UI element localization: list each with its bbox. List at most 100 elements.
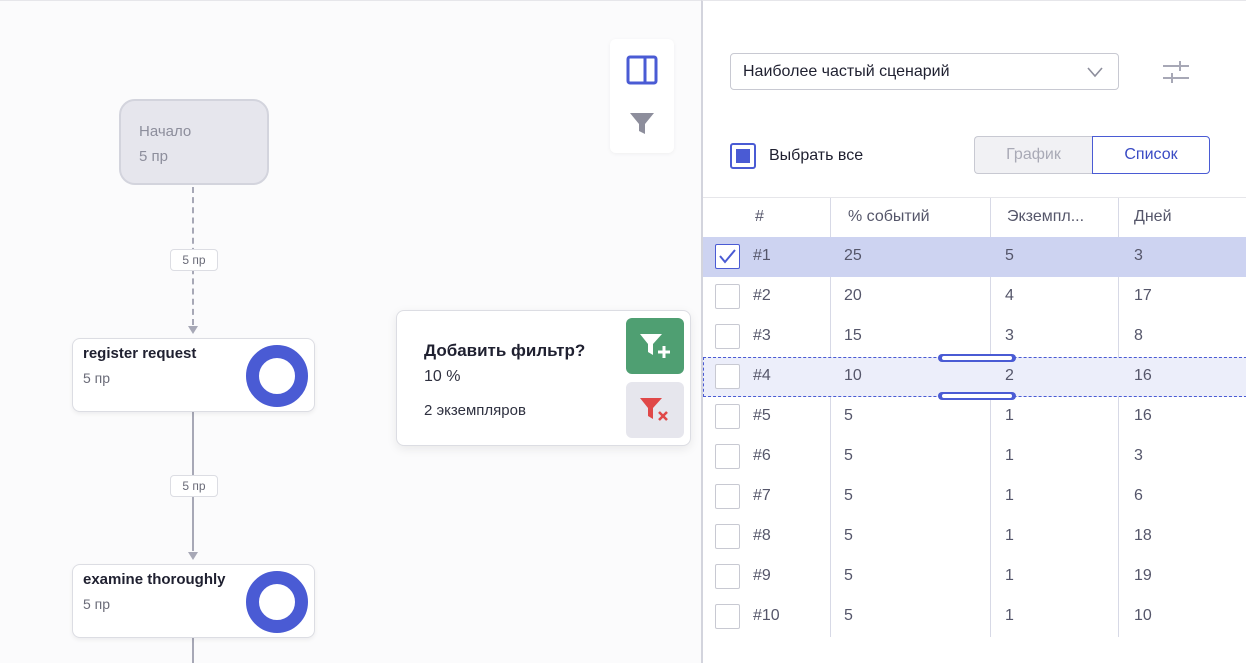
cell-events: 25: [844, 247, 862, 264]
edge-label: 5 пр: [170, 249, 218, 271]
cell-instances: 1: [1005, 447, 1014, 464]
cell-instances: 1: [1005, 527, 1014, 544]
table-row[interactable]: #7 5 1 6: [703, 477, 1246, 517]
canvas-toolbar: [610, 39, 674, 153]
process-map-canvas[interactable]: 5 пр 5 пр Начало 5 пр register request 5…: [0, 0, 702, 663]
table-header: # % событий Экземпл... Дней: [703, 197, 1246, 237]
cell-days: 17: [1134, 287, 1152, 304]
cell-number: #2: [753, 287, 771, 304]
popover-title: Добавить фильтр?: [424, 341, 586, 360]
select-all[interactable]: Выбрать все: [730, 143, 863, 169]
popover-instances: 2 экземпляров: [424, 402, 526, 419]
cell-number: #8: [753, 527, 771, 544]
remove-filter-button[interactable]: [626, 382, 684, 438]
add-filter-button[interactable]: [626, 318, 684, 374]
cell-events: 10: [844, 367, 862, 384]
row-checkbox[interactable]: [715, 444, 740, 469]
add-filter-popover: Добавить фильтр? 10 % 2 экземпляров: [396, 310, 691, 446]
cell-instances: 1: [1005, 607, 1014, 624]
activity-ring-icon: [246, 571, 308, 633]
row-checkbox[interactable]: [715, 564, 740, 589]
cell-number: #9: [753, 567, 771, 584]
cell-days: 3: [1134, 447, 1143, 464]
cell-number: #7: [753, 487, 771, 504]
edge-arrow-head: [188, 326, 198, 334]
view-graph-button[interactable]: График: [974, 136, 1092, 174]
cell-instances: 3: [1005, 327, 1014, 344]
cell-instances: 2: [1005, 367, 1014, 384]
cell-days: 8: [1134, 327, 1143, 344]
column-header-instances[interactable]: Экземпл...: [1007, 208, 1084, 226]
row-checkbox[interactable]: [715, 284, 740, 309]
table-row[interactable]: #5 5 1 16: [703, 397, 1246, 437]
activity-node-register-request[interactable]: register request 5 пр: [72, 338, 315, 412]
table-row[interactable]: #1 25 5 3: [703, 237, 1246, 277]
cell-instances: 1: [1005, 407, 1014, 424]
select-all-checkbox[interactable]: [730, 143, 756, 169]
cell-events: 5: [844, 527, 853, 544]
cell-days: 19: [1134, 567, 1152, 584]
activity-node-examine-thoroughly[interactable]: examine thoroughly 5 пр: [72, 564, 315, 638]
edge-arrow-head: [188, 552, 198, 560]
cell-instances: 4: [1005, 287, 1014, 304]
cell-events: 20: [844, 287, 862, 304]
table-row[interactable]: #2 20 4 17: [703, 277, 1246, 317]
view-toggle: График Список: [974, 136, 1210, 174]
panel-layout-icon: [626, 55, 658, 85]
select-all-label: Выбрать все: [769, 147, 864, 164]
cell-events: 15: [844, 327, 862, 344]
cell-instances: 1: [1005, 487, 1014, 504]
row-checkbox[interactable]: [715, 524, 740, 549]
filter-add-icon: [640, 334, 670, 358]
start-node[interactable]: Начало 5 пр: [119, 99, 269, 185]
toggle-panel-button[interactable]: [626, 54, 658, 86]
cell-days: 16: [1134, 367, 1152, 384]
column-header-number[interactable]: #: [755, 208, 764, 226]
settings-button[interactable]: [1160, 57, 1192, 87]
cell-events: 5: [844, 607, 853, 624]
start-node-count: 5 пр: [139, 148, 168, 165]
column-header-events[interactable]: % событий: [848, 208, 930, 226]
table-row[interactable]: #3 15 3 8: [703, 317, 1246, 357]
cell-number: #3: [753, 327, 771, 344]
cell-days: 10: [1134, 607, 1152, 624]
chevron-down-icon: [1087, 67, 1103, 78]
row-checkbox[interactable]: [715, 324, 740, 349]
row-checkbox[interactable]: [715, 244, 740, 269]
cell-number: #1: [753, 247, 771, 264]
scenario-select-value: Наиболее частый сценарий: [743, 62, 950, 80]
cell-events: 5: [844, 487, 853, 504]
cell-number: #10: [753, 607, 780, 624]
row-checkbox[interactable]: [715, 364, 740, 389]
cell-days: 6: [1134, 487, 1143, 504]
row-checkbox[interactable]: [715, 484, 740, 509]
filter-remove-icon: [640, 398, 668, 421]
cell-events: 5: [844, 407, 853, 424]
table-row[interactable]: #6 5 1 3: [703, 437, 1246, 477]
cell-days: 3: [1134, 247, 1143, 264]
row-checkbox[interactable]: [715, 404, 740, 429]
activity-ring-icon: [246, 345, 308, 407]
scenario-panel: Наиболее частый сценарий Выбрать все Гра…: [701, 0, 1246, 663]
edge-examine-continue: [192, 637, 194, 663]
cell-number: #6: [753, 447, 771, 464]
table-row[interactable]: #9 5 1 19: [703, 557, 1246, 597]
cell-number: #5: [753, 407, 771, 424]
cell-days: 16: [1134, 407, 1152, 424]
table-row[interactable]: #8 5 1 18: [703, 517, 1246, 557]
table-row[interactable]: #10 5 1 10: [703, 597, 1246, 637]
check-icon: [719, 249, 736, 264]
table-row[interactable]: #4 10 2 16: [703, 357, 1246, 397]
filter-icon: [630, 113, 654, 134]
cell-number: #4: [753, 367, 771, 384]
column-header-days[interactable]: Дней: [1134, 208, 1172, 226]
scenario-table: # % событий Экземпл... Дней #1 25 5 3 #2…: [703, 197, 1246, 637]
filter-button[interactable]: [626, 108, 658, 140]
row-checkbox[interactable]: [715, 604, 740, 629]
view-list-button[interactable]: Список: [1092, 136, 1210, 174]
cell-events: 5: [844, 567, 853, 584]
cell-instances: 1: [1005, 567, 1014, 584]
scenario-select[interactable]: Наиболее частый сценарий: [730, 53, 1119, 90]
start-node-label: Начало: [139, 123, 192, 140]
cell-events: 5: [844, 447, 853, 464]
